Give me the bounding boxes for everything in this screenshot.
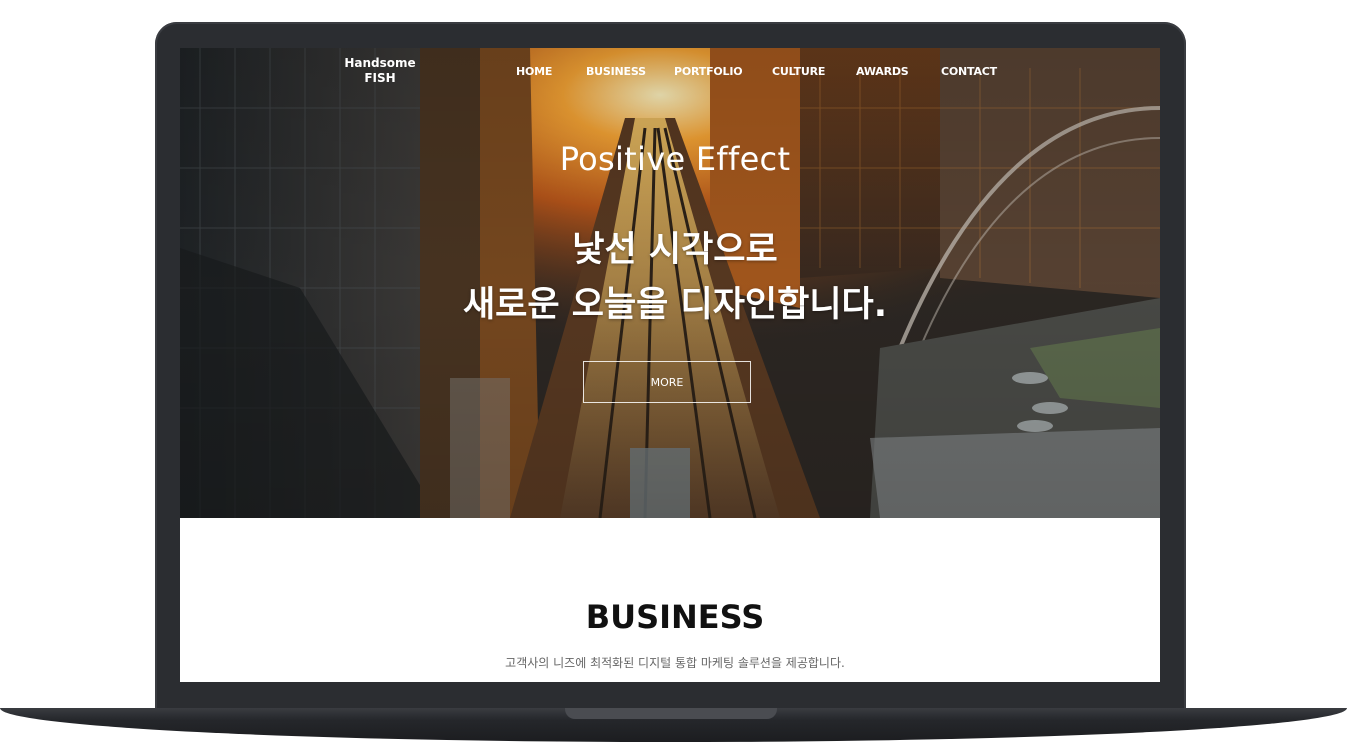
hero-title: 낯선 시각으로 새로운 오늘을 디자인합니다.: [180, 223, 1160, 333]
hero-title-line1: 낯선 시각으로: [572, 230, 778, 270]
nav-item-home[interactable]: HOME: [516, 65, 552, 78]
nav-item-awards[interactable]: AWARDS: [856, 65, 909, 78]
more-button[interactable]: MORE: [583, 361, 751, 403]
business-description: 고객사의 니즈에 최적화된 디지털 통합 마케팅 솔루션을 제공합니다.: [505, 656, 845, 670]
hero-section: Handsome FISH HOME BUSINESS PORTFOLIO CU…: [180, 48, 1160, 518]
nav-item-contact[interactable]: CONTACT: [941, 65, 997, 78]
main-nav: HOME BUSINESS PORTFOLIO CULTURE AWARDS C…: [180, 65, 1160, 81]
business-heading: BUSINESS: [585, 598, 765, 636]
nav-item-portfolio[interactable]: PORTFOLIO: [674, 65, 743, 78]
nav-item-culture[interactable]: CULTURE: [772, 65, 825, 78]
laptop-notch: [565, 708, 777, 719]
laptop-screen: Handsome FISH HOME BUSINESS PORTFOLIO CU…: [180, 48, 1160, 682]
nav-item-business[interactable]: BUSINESS: [586, 65, 646, 78]
hero-subtitle: Positive Effect: [559, 140, 791, 178]
hero-title-line2: 새로운 오늘을 디자인합니다.: [462, 285, 888, 325]
